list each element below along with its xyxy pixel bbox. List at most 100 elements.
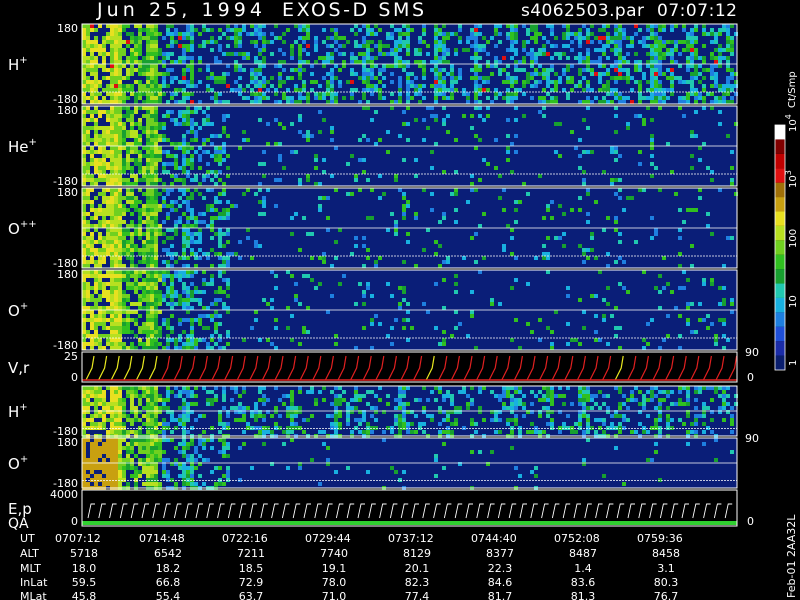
spectrum-cell <box>406 204 410 208</box>
spectrum-cell <box>194 174 198 178</box>
spectrum-cell <box>554 96 558 100</box>
spectrum-cell <box>458 72 462 76</box>
spectrum-cell <box>202 40 206 44</box>
spectrum-cell <box>98 138 102 142</box>
panel-o-plus-2: 180-180O+90 <box>8 432 759 490</box>
spectrum-cell <box>714 72 718 76</box>
spectrum-cell <box>130 114 134 118</box>
spectrum-cell <box>186 394 190 398</box>
spectrum-cell <box>514 96 518 100</box>
spectrum-cell <box>430 114 434 118</box>
spectrum-cell <box>690 302 694 306</box>
spectrum-cell <box>454 208 458 212</box>
spectrum-cell <box>122 438 126 442</box>
spectrum-cell <box>154 162 158 166</box>
spectrum-cell <box>614 80 618 84</box>
spectrum-cell <box>610 314 614 318</box>
spectrum-cell <box>150 470 154 474</box>
spectrum-cell <box>166 318 170 322</box>
spectrum-cell <box>98 260 102 264</box>
spectrum-cell <box>110 212 114 216</box>
spectrum-cell <box>414 84 418 88</box>
spectrum-cell <box>266 122 270 126</box>
spectrum-cell <box>114 146 118 150</box>
spectrum-cell <box>122 52 126 56</box>
spectrum-cell <box>438 430 442 434</box>
spectrum-cell <box>394 56 398 60</box>
spectrum-cell <box>122 294 126 298</box>
spectrum-cell <box>698 92 702 96</box>
spectrum-cell <box>82 224 86 228</box>
spectrum-cell <box>222 130 226 134</box>
spectrum-cell <box>82 482 86 486</box>
spectrum-cell <box>474 232 478 236</box>
spectrum-cell <box>94 100 98 104</box>
spectrum-cell <box>442 68 446 72</box>
spectrum-cell <box>242 338 246 342</box>
spectrum-cell <box>390 32 394 36</box>
spectrum-cell <box>234 52 238 56</box>
spectrum-cell <box>446 96 450 100</box>
spectrum-cell <box>434 398 438 402</box>
spectrum-cell <box>454 310 458 314</box>
spectrum-cell <box>586 430 590 434</box>
spectrum-cell <box>118 264 122 268</box>
spectrum-cell <box>162 298 166 302</box>
spectrum-cell <box>510 100 514 104</box>
spectrum-cell <box>154 278 158 282</box>
spectrum-cell <box>162 402 166 406</box>
spectrum-cell <box>406 72 410 76</box>
spectrum-cell <box>106 274 110 278</box>
spectrum-cell <box>166 216 170 220</box>
spectrum-cell <box>294 24 298 28</box>
spectrum-cell <box>622 56 626 60</box>
spectrum-cell <box>510 80 514 84</box>
spectrum-cell <box>562 394 566 398</box>
spectrum-cell <box>522 68 526 72</box>
spectrum-cell <box>186 200 190 204</box>
spectrum-cell <box>146 430 150 434</box>
spectrum-cell <box>150 114 154 118</box>
spectrum-cell <box>146 260 150 264</box>
spectrum-cell <box>166 228 170 232</box>
spectrum-cell <box>226 200 230 204</box>
spectrum-cell <box>650 24 654 28</box>
spectrum-cell <box>194 150 198 154</box>
spectrum-cell <box>694 72 698 76</box>
spectrum-cell <box>166 52 170 56</box>
spectrum-cell <box>110 402 114 406</box>
spectrum-cell <box>562 32 566 36</box>
spectrum-cell <box>674 306 678 310</box>
spectrum-cell <box>162 60 166 64</box>
spectrum-cell <box>434 80 438 84</box>
spectrum-cell <box>354 302 358 306</box>
spectrum-cell <box>146 270 150 274</box>
spectrum-cell <box>358 76 362 80</box>
spectrum-cell <box>458 28 462 32</box>
spectrum-cell <box>82 326 86 330</box>
spectrum-cell <box>294 212 298 216</box>
spectrum-cell <box>278 100 282 104</box>
spectrum-cell <box>406 138 410 142</box>
spectrum-cell <box>102 146 106 150</box>
spectrum-cell <box>130 458 134 462</box>
spectrum-cell <box>194 216 198 220</box>
spectrum-cell <box>522 182 526 186</box>
spectrum-cell <box>406 48 410 52</box>
spectrum-cell <box>310 414 314 418</box>
spectrum-cell <box>426 310 430 314</box>
spectrum-cell <box>90 56 94 60</box>
spectrum-cell <box>650 216 654 220</box>
spectrum-cell <box>182 264 186 268</box>
spectrum-cell <box>614 96 618 100</box>
spectrum-cell <box>662 28 666 32</box>
spectrum-cell <box>82 446 86 450</box>
spectrum-cell <box>150 330 154 334</box>
spectrum-cell <box>702 318 706 322</box>
spectrum-cell <box>690 40 694 44</box>
spectrum-cell <box>586 386 590 390</box>
spectrum-cell <box>234 44 238 48</box>
spectrum-cell <box>86 76 90 80</box>
spectrum-cell <box>326 216 330 220</box>
spectrum-cell <box>114 438 118 442</box>
